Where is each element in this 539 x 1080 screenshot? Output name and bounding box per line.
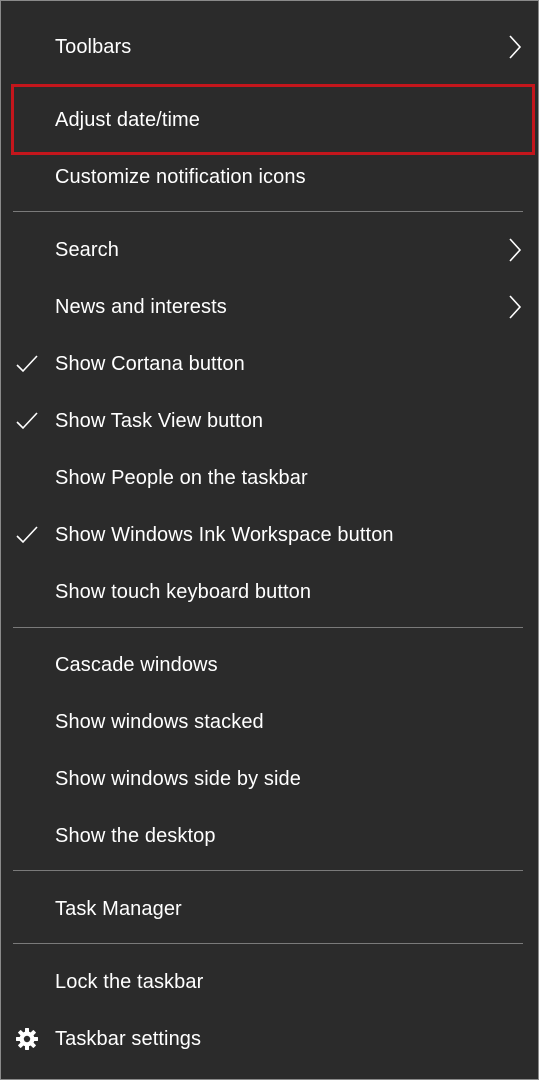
menu-item-label: Show the desktop xyxy=(55,825,216,847)
checkmark-icon xyxy=(16,412,38,430)
menu-item-label: Toolbars xyxy=(55,36,132,58)
checkmark-icon xyxy=(16,355,38,373)
chevron-right-icon xyxy=(509,238,522,262)
menu-item-adjust-date-time[interactable]: Adjust date/time xyxy=(1,92,538,149)
menu-item-label: Lock the taskbar xyxy=(55,971,204,993)
menu-item-customize-notification-icons[interactable]: Customize notification icons xyxy=(1,149,538,206)
menu-separator xyxy=(13,627,523,628)
menu-item-search[interactable]: Search xyxy=(1,222,538,279)
menu-item-show-task-view-button[interactable]: Show Task View button xyxy=(1,393,538,450)
menu-item-label: News and interests xyxy=(55,296,227,318)
menu-item-show-desktop[interactable]: Show the desktop xyxy=(1,808,538,865)
menu-item-label: Taskbar settings xyxy=(55,1028,202,1050)
menu-item-show-cortana-button[interactable]: Show Cortana button xyxy=(1,336,538,393)
menu-item-label: Show Task View button xyxy=(55,410,264,432)
menu-item-label: Show touch keyboard button xyxy=(55,581,312,603)
menu-item-label: Adjust date/time xyxy=(55,109,201,131)
menu-item-show-touch-keyboard[interactable]: Show touch keyboard button xyxy=(1,564,538,621)
chevron-right-icon xyxy=(509,35,522,59)
menu-item-show-windows-ink[interactable]: Show Windows Ink Workspace button xyxy=(1,507,538,564)
checkmark-icon xyxy=(16,526,38,544)
gear-icon xyxy=(16,1028,38,1050)
menu-item-label: Task Manager xyxy=(55,898,182,920)
menu-item-label: Show windows side by side xyxy=(55,768,301,790)
menu-item-label: Show Windows Ink Workspace button xyxy=(55,524,394,546)
chevron-right-icon xyxy=(509,295,522,319)
menu-item-show-windows-stacked[interactable]: Show windows stacked xyxy=(1,694,538,751)
menu-item-label: Show windows stacked xyxy=(55,711,264,733)
menu-item-taskbar-settings[interactable]: Taskbar settings xyxy=(1,1011,538,1068)
menu-separator xyxy=(13,870,523,871)
menu-item-toolbars[interactable]: Toolbars xyxy=(1,19,538,76)
menu-item-label: Customize notification icons xyxy=(55,166,306,188)
menu-separator xyxy=(13,943,523,944)
menu-item-show-windows-side-by-side[interactable]: Show windows side by side xyxy=(1,751,538,808)
menu-item-news-and-interests[interactable]: News and interests xyxy=(1,279,538,336)
menu-item-task-manager[interactable]: Task Manager xyxy=(1,881,538,938)
menu-item-show-people[interactable]: Show People on the taskbar xyxy=(1,450,538,507)
menu-item-label: Search xyxy=(55,239,119,261)
menu-item-label: Show People on the taskbar xyxy=(55,467,308,489)
menu-separator xyxy=(13,211,523,212)
menu-item-label: Cascade windows xyxy=(55,654,218,676)
taskbar-context-menu: Toolbars Adjust date/time Customize noti… xyxy=(0,0,539,1080)
menu-item-label: Show Cortana button xyxy=(55,353,245,375)
menu-item-lock-taskbar[interactable]: Lock the taskbar xyxy=(1,954,538,1011)
menu-item-cascade-windows[interactable]: Cascade windows xyxy=(1,637,538,694)
